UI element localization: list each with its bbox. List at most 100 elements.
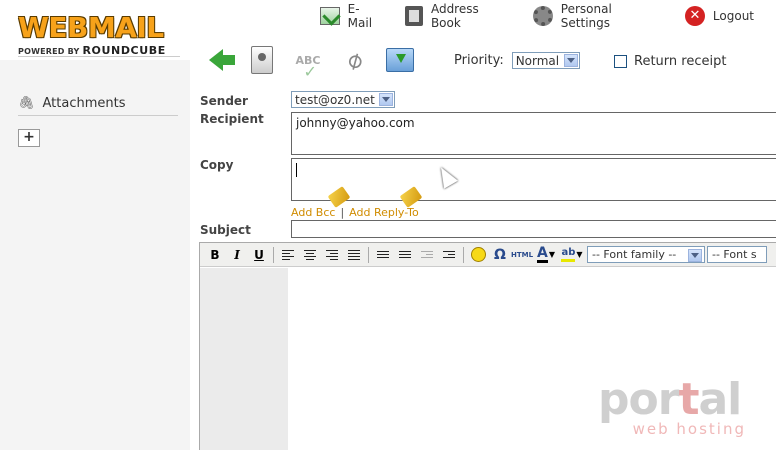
return-receipt-control: Return receipt: [614, 54, 726, 69]
italic-button[interactable]: I: [226, 245, 248, 265]
attach-file-button[interactable]: ⌀: [338, 44, 370, 76]
indent-icon: [443, 251, 455, 258]
save-draft-button[interactable]: [384, 44, 416, 76]
back-button[interactable]: [200, 44, 235, 76]
chevron-down-icon: [379, 93, 393, 106]
toolbar-divider: [273, 246, 274, 263]
chevron-down-icon: [688, 249, 702, 262]
spellcheck-button[interactable]: ABC: [292, 44, 324, 81]
bold-button[interactable]: B: [204, 245, 226, 265]
subject-input[interactable]: [291, 220, 776, 238]
font-family-select[interactable]: -- Font family --: [587, 246, 705, 263]
link-separator: |: [340, 206, 345, 219]
logout-icon: ✕: [684, 6, 705, 26]
gear-icon: [533, 6, 553, 26]
spellcheck-icon: ABC: [296, 54, 321, 81]
numbered-list-button[interactable]: [394, 245, 416, 265]
address-book-icon: [405, 6, 423, 26]
portal-watermark: portal web hosting: [598, 378, 746, 442]
top-navigation: E-Mail Address Book Personal Settings ✕ …: [320, 2, 776, 30]
align-left-icon: [282, 249, 294, 260]
chevron-down-icon: ▼: [548, 250, 555, 259]
recipient-label: Recipient: [200, 112, 264, 126]
align-center-icon: [304, 249, 316, 260]
header-links: Add Bcc | Add Reply-To: [291, 206, 419, 219]
email-icon: [320, 7, 340, 25]
text-color-icon: A: [537, 245, 548, 263]
sender-select[interactable]: test@oz0.net: [291, 91, 395, 108]
nav-personal-settings-label: Personal Settings: [560, 2, 612, 30]
watermark-portal: portal: [598, 378, 746, 422]
highlight-color-button[interactable]: ab ▼: [559, 245, 585, 265]
special-char-button[interactable]: Ω: [489, 245, 511, 265]
copy-label: Copy: [200, 158, 234, 172]
logo-title: WEBMAIL: [18, 11, 164, 44]
nav-email-label: E-Mail: [347, 2, 373, 30]
outdent-icon: [421, 251, 433, 258]
sender-value: test@oz0.net: [295, 92, 375, 107]
add-bcc-link[interactable]: Add Bcc: [291, 206, 335, 219]
font-size-select[interactable]: -- Font s: [707, 246, 767, 263]
smiley-icon: [470, 247, 486, 262]
toolbar-divider: [368, 246, 369, 263]
outdent-button[interactable]: [416, 245, 438, 265]
recipient-input[interactable]: johnny@yahoo.com: [291, 112, 776, 155]
logo-powered-text: POWERED BY: [18, 47, 80, 56]
nav-email[interactable]: E-Mail: [320, 2, 383, 30]
nav-logout-label: Logout: [712, 9, 755, 23]
align-justify-button[interactable]: [343, 245, 365, 265]
recipient-value: johnny@yahoo.com: [296, 116, 415, 130]
highlight-icon: ab: [561, 247, 576, 262]
wm-part: t: [678, 374, 699, 425]
editor-gutter: [200, 268, 288, 450]
wm-part: por: [598, 374, 679, 425]
priority-label: Priority:: [454, 53, 504, 68]
add-attachment-button[interactable]: +: [18, 129, 40, 147]
nav-personal-settings[interactable]: Personal Settings: [533, 2, 663, 30]
priority-select[interactable]: Normal: [511, 52, 580, 69]
font-size-value: -- Font s: [712, 248, 757, 261]
html-source-button[interactable]: HTML: [511, 245, 533, 265]
editor-toolbar: B I U Ω HTML A ▼ ab ▼ -- Font family -- …: [200, 243, 776, 267]
text-cursor: [296, 162, 297, 177]
left-panel: [0, 60, 190, 450]
font-family-arrow-wrap: [688, 248, 703, 262]
text-color-button[interactable]: A ▼: [533, 245, 559, 265]
copy-input[interactable]: [291, 158, 776, 201]
numbered-list-icon: [399, 251, 411, 258]
align-justify-icon: [348, 249, 360, 260]
return-receipt-label: Return receipt: [634, 54, 727, 69]
omega-icon: Ω: [494, 246, 506, 263]
sender-label: Sender: [200, 94, 248, 108]
align-center-button[interactable]: [299, 245, 321, 265]
chevron-down-icon: [563, 54, 578, 67]
attachments-header: 🖇 Attachments: [18, 96, 178, 116]
send-icon: [251, 46, 273, 74]
priority-control: Priority: Normal: [454, 52, 580, 69]
paperclip-icon: 🖇: [18, 96, 35, 111]
webmail-logo: WEBMAIL POWERED BY ROUNDCUBE: [18, 14, 180, 62]
bullet-list-icon: [377, 251, 389, 258]
subject-label: Subject: [200, 223, 251, 237]
font-family-value: -- Font family --: [592, 248, 677, 261]
compose-toolbar: ABC ⌀: [200, 44, 430, 81]
toolbar-divider: [463, 246, 464, 263]
emoticons-button[interactable]: [467, 245, 489, 265]
send-button[interactable]: [246, 44, 278, 76]
nav-logout[interactable]: ✕ Logout: [684, 6, 755, 26]
logo-divider: [18, 56, 180, 57]
return-receipt-checkbox[interactable]: [614, 55, 627, 68]
underline-button[interactable]: U: [248, 245, 270, 265]
nav-address-book[interactable]: Address Book: [405, 2, 511, 30]
align-right-button[interactable]: [321, 245, 343, 265]
align-right-icon: [326, 249, 338, 260]
chevron-down-icon: ▼: [576, 250, 583, 259]
attachments-label: Attachments: [42, 96, 126, 111]
align-left-button[interactable]: [277, 245, 299, 265]
attach-paperclip-icon: ⌀: [340, 44, 368, 76]
indent-button[interactable]: [438, 245, 460, 265]
html-icon: HTML: [510, 250, 534, 259]
add-reply-to-link[interactable]: Add Reply-To: [349, 206, 419, 219]
save-icon: [386, 48, 414, 72]
bullet-list-button[interactable]: [372, 245, 394, 265]
